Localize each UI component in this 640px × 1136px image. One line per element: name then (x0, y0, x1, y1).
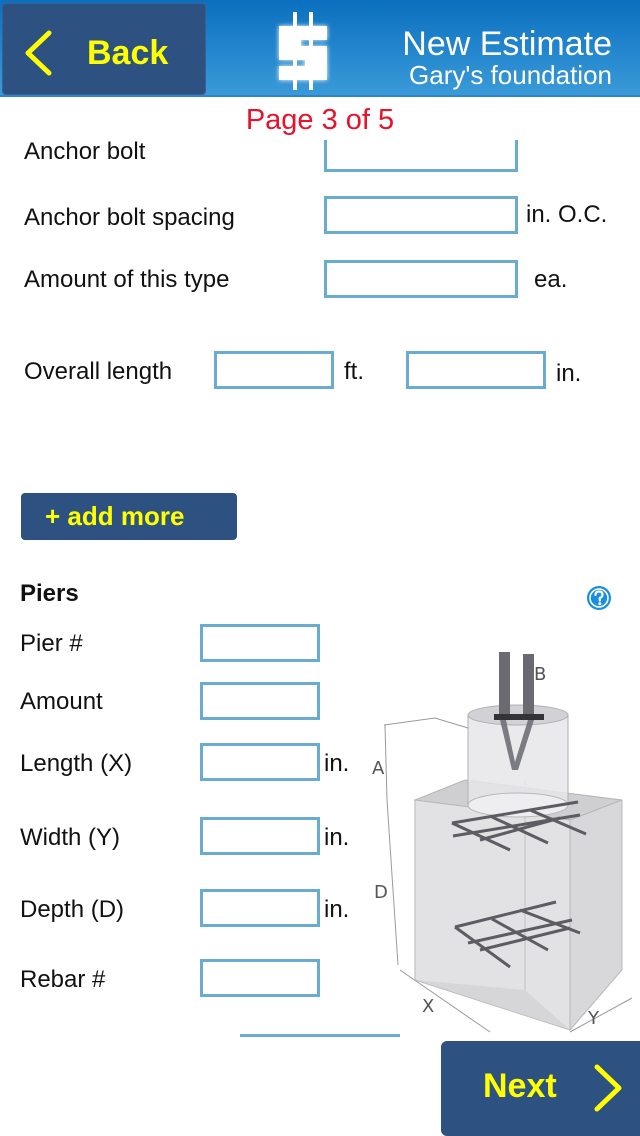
anchor-bolt-spacing-input[interactable] (324, 196, 518, 234)
pier-width-input[interactable] (200, 817, 320, 855)
diagram-label-d: D (374, 882, 388, 903)
anchor-bolt-spacing-label: Anchor bolt spacing (24, 204, 235, 231)
title-block: New Estimate Gary's foundation (402, 26, 612, 88)
anchor-bolt-spacing-unit: in. O.C. (526, 201, 608, 228)
rebar-number-label: Rebar # (20, 966, 106, 993)
pier-length-label: Length (X) (20, 750, 133, 777)
amount-of-type-label: Amount of this type (24, 266, 230, 293)
rebar-number-input[interactable] (200, 959, 320, 997)
next-button[interactable]: Next (441, 1041, 640, 1136)
next-label: Next (483, 1067, 557, 1105)
anchor-bolt-input[interactable] (324, 140, 518, 172)
estimate-name: Gary's foundation (409, 60, 612, 90)
pier-width-unit: in. (324, 824, 350, 851)
amount-of-type-input[interactable] (324, 260, 518, 298)
back-button[interactable]: Back (2, 3, 206, 95)
anchor-bolt-label: Anchor bolt (24, 140, 146, 165)
add-more-button[interactable]: + add more (21, 493, 237, 540)
diagram-label-x: X (422, 996, 434, 1017)
chevron-right-icon (594, 1064, 622, 1112)
back-label: Back (87, 34, 169, 72)
page-indicator: Page 3 of 5 (245, 104, 395, 136)
pier-amount-label: Amount (20, 688, 103, 715)
pier-diagram: B A D X Y (372, 652, 633, 1033)
overall-length-feet-input[interactable] (214, 351, 334, 389)
footing-block (413, 779, 623, 1032)
pier-depth-label: Depth (D) (20, 896, 125, 923)
scrolled-row-anchor-bolt: Anchor bolt (0, 140, 640, 176)
overall-length-inches-input[interactable] (406, 351, 546, 389)
diagram-label-a: A (372, 758, 385, 779)
dollar-sign-logo-icon (279, 12, 327, 90)
pier-length-unit: in. (324, 750, 350, 777)
pier-width-label: Width (Y) (20, 824, 121, 851)
diagram-label-b: B (534, 664, 546, 685)
pier-amount-input[interactable] (200, 682, 320, 720)
overall-length-label: Overall length (24, 358, 173, 385)
header-bar: Back New Estimate Gary's foundation (0, 0, 640, 97)
chevron-left-icon (25, 30, 52, 76)
pier-depth-unit: in. (324, 896, 350, 923)
pier-length-input[interactable] (200, 743, 320, 781)
page-title: New Estimate (402, 25, 612, 63)
pier-number-input[interactable] (200, 624, 320, 662)
pier-number-label: Pier # (20, 630, 83, 657)
diagram-label-y: Y (587, 1008, 600, 1029)
overall-length-inches-unit: in. (556, 360, 582, 387)
pier-depth-input[interactable] (200, 889, 320, 927)
amount-of-type-unit: ea. (534, 266, 568, 293)
overall-length-feet-unit: ft. (344, 358, 365, 385)
piers-section-title: Piers (20, 580, 79, 607)
divider-line (240, 1034, 400, 1037)
question-mark-icon[interactable] (586, 585, 612, 611)
